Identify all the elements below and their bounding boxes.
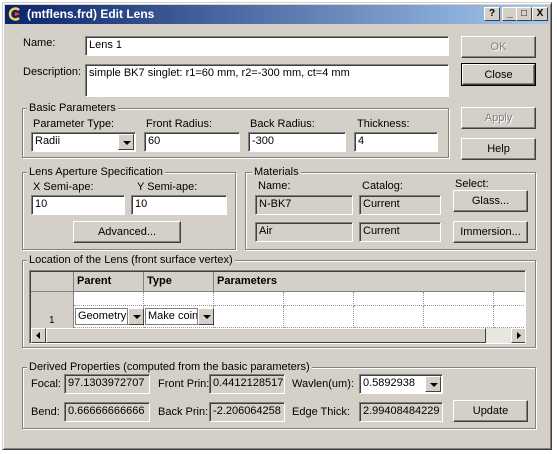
chevron-down-icon[interactable] bbox=[425, 376, 441, 392]
chevron-down-icon[interactable] bbox=[118, 134, 134, 150]
back-radius-input[interactable]: -300 bbox=[248, 132, 346, 152]
type-cell[interactable]: Make coin bbox=[144, 306, 214, 328]
update-button[interactable]: Update bbox=[453, 400, 528, 422]
name-label: Name: bbox=[23, 37, 56, 49]
grid-cell bbox=[214, 306, 284, 328]
material-name-field: N-BK7 bbox=[255, 195, 353, 215]
parameter-type-value: Radii bbox=[35, 135, 61, 147]
back-prin-label: Back Prin: bbox=[158, 406, 209, 418]
arrow-right-icon bbox=[517, 332, 521, 339]
material-catalog-field: Current bbox=[359, 195, 441, 215]
focal-label: Focal: bbox=[31, 378, 61, 390]
close-button[interactable]: Close bbox=[461, 63, 536, 86]
parameter-type-label: Parameter Type: bbox=[33, 118, 115, 130]
arrow-left-icon bbox=[36, 332, 40, 339]
x-semi-ape-label: X Semi-ape: bbox=[33, 181, 94, 193]
y-semi-ape-label: Y Semi-ape: bbox=[137, 181, 198, 193]
horizontal-scrollbar[interactable] bbox=[31, 328, 525, 343]
basic-parameters-title: Basic Parameters bbox=[27, 102, 118, 114]
chevron-down-icon[interactable] bbox=[198, 308, 214, 325]
grid-cell bbox=[424, 292, 494, 306]
grid-cell bbox=[214, 292, 284, 306]
column-header-type[interactable]: Type bbox=[144, 272, 214, 292]
grid-cell bbox=[74, 292, 144, 306]
row-number: 1 bbox=[49, 315, 55, 326]
chevron-down-icon[interactable] bbox=[128, 308, 144, 325]
scroll-left-button[interactable] bbox=[31, 328, 46, 343]
wavlen-label: Wavlen(um): bbox=[292, 378, 354, 390]
help-button[interactable]: Help bbox=[461, 138, 536, 160]
location-grid[interactable]: Parent Type Parameters 1 Geometry Make c… bbox=[29, 270, 526, 344]
grid-cell bbox=[284, 292, 354, 306]
description-label: Description: bbox=[23, 66, 82, 78]
parent-select[interactable]: Geometry bbox=[75, 308, 128, 325]
window-title: (mtflens.frd) Edit Lens bbox=[27, 7, 155, 21]
grid-cell bbox=[354, 292, 424, 306]
description-input[interactable]: simple BK7 singlet: r1=60 mm, r2=-300 mm… bbox=[85, 64, 449, 97]
y-semi-ape-input[interactable]: 10 bbox=[131, 195, 227, 215]
scroll-right-button[interactable] bbox=[511, 328, 525, 343]
front-prin-label: Front Prin: bbox=[158, 378, 210, 390]
grid-cell bbox=[354, 306, 424, 328]
scroll-thumb[interactable] bbox=[46, 328, 486, 343]
edge-thick-label: Edge Thick: bbox=[292, 406, 350, 418]
title-bar[interactable]: (mtflens.frd) Edit Lens ? _ □ X bbox=[5, 5, 549, 24]
app-icon bbox=[8, 7, 20, 21]
name-input[interactable]: Lens 1 bbox=[85, 36, 449, 56]
ok-button[interactable]: OK bbox=[461, 36, 536, 58]
bend-label: Bend: bbox=[31, 406, 60, 418]
catalog-header: Catalog: bbox=[362, 180, 403, 192]
focal-value: 97.1303972707 bbox=[64, 374, 150, 394]
location-title: Location of the Lens (front surface vert… bbox=[27, 254, 235, 266]
derived-title: Derived Properties (computed from the ba… bbox=[27, 361, 312, 373]
immersion-button[interactable]: Immersion... bbox=[453, 221, 528, 243]
immersion-catalog-field: Current bbox=[359, 222, 441, 242]
column-header-parent[interactable]: Parent bbox=[74, 272, 144, 292]
grid-cell bbox=[424, 306, 494, 328]
grid-cell bbox=[144, 292, 214, 306]
grid-cell bbox=[494, 306, 525, 328]
thickness-label: Thickness: bbox=[357, 118, 410, 130]
material-name-header: Name: bbox=[258, 180, 291, 192]
front-prin-value: 0.4412128517 bbox=[209, 374, 285, 394]
immersion-name-field: Air bbox=[255, 222, 353, 242]
apply-button[interactable]: Apply bbox=[461, 107, 536, 129]
grid-cell bbox=[494, 292, 525, 306]
wavlen-value: 0.5892938 bbox=[363, 377, 415, 389]
row-header-corner bbox=[31, 272, 74, 292]
back-radius-label: Back Radius: bbox=[250, 118, 315, 130]
materials-title: Materials bbox=[252, 166, 301, 178]
aperture-title: Lens Aperture Specification bbox=[27, 166, 165, 178]
parent-cell[interactable]: Geometry bbox=[74, 306, 144, 328]
type-select[interactable]: Make coin bbox=[145, 308, 198, 325]
help-title-button[interactable]: ? bbox=[484, 7, 500, 21]
front-radius-label: Front Radius: bbox=[146, 118, 213, 130]
glass-button[interactable]: Glass... bbox=[453, 190, 528, 212]
column-header-parameters[interactable]: Parameters bbox=[214, 272, 525, 292]
x-semi-ape-input[interactable]: 10 bbox=[31, 195, 125, 215]
edge-thick-value: 2.99408484229 bbox=[359, 402, 443, 422]
bend-value: 0.66666666666 bbox=[64, 402, 150, 422]
grid-cell bbox=[284, 306, 354, 328]
thickness-input[interactable]: 4 bbox=[354, 132, 438, 152]
back-prin-value: -2.206064258 bbox=[209, 402, 285, 422]
row-header: 1 bbox=[31, 292, 74, 328]
advanced-button[interactable]: Advanced... bbox=[73, 221, 181, 243]
front-radius-input[interactable]: 60 bbox=[144, 132, 240, 152]
maximize-button[interactable]: □ bbox=[516, 7, 532, 21]
close-window-button[interactable]: X bbox=[532, 7, 548, 21]
